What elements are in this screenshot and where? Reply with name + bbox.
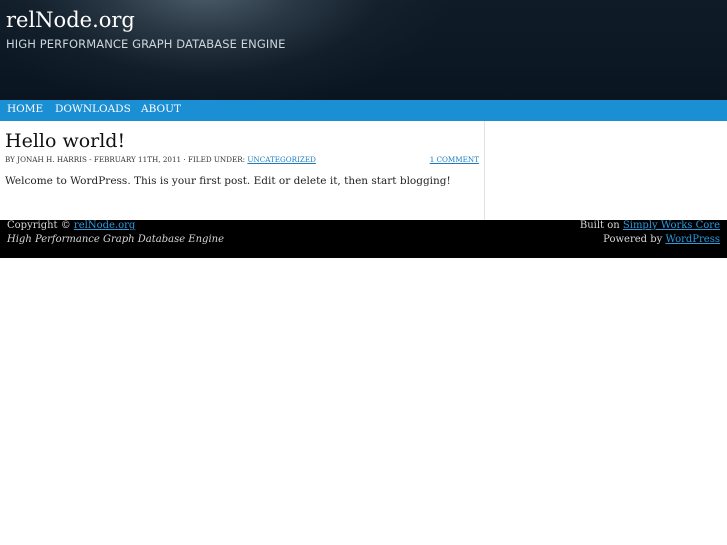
footer-theme-link[interactable]: Simply Works Core bbox=[623, 220, 720, 231]
post-meta: BY JONAH H. HARRIS - FEBRUARY 11TH, 2011… bbox=[5, 155, 316, 164]
nav-item-home[interactable]: HOME bbox=[7, 103, 43, 115]
post-title[interactable]: Hello world! bbox=[5, 130, 125, 152]
footer-wordpress-link[interactable]: WordPress bbox=[666, 234, 721, 245]
main-navigation: HOME DOWNLOADS ABOUT bbox=[0, 100, 727, 121]
post-meta-text: BY JONAH H. HARRIS - FEBRUARY 11TH, 2011… bbox=[5, 155, 248, 164]
footer-powered-by: Powered by WordPress bbox=[603, 234, 720, 245]
comments-link[interactable]: 1 COMMENT bbox=[430, 155, 479, 164]
footer-copyright-text: Copyright © bbox=[7, 220, 74, 231]
footer-built-on: Built on Simply Works Core bbox=[580, 220, 720, 231]
nav-item-downloads[interactable]: DOWNLOADS bbox=[55, 103, 131, 115]
footer-tagline: High Performance Graph Database Engine bbox=[7, 234, 225, 245]
site-tagline: HIGH PERFORMANCE GRAPH DATABASE ENGINE bbox=[6, 37, 286, 51]
footer-powered-text: Powered by bbox=[603, 234, 666, 245]
footer-site-link[interactable]: relNode.org bbox=[74, 220, 135, 231]
post-body: Welcome to WordPress. This is your first… bbox=[5, 175, 451, 187]
site-title[interactable]: relNode.org bbox=[6, 8, 135, 32]
footer-built-text: Built on bbox=[579, 220, 623, 231]
nav-item-about[interactable]: ABOUT bbox=[141, 103, 181, 115]
sidebar bbox=[484, 121, 727, 220]
footer-copyright: Copyright © relNode.org bbox=[7, 220, 135, 231]
post-category-link[interactable]: UNCATEGORIZED bbox=[247, 155, 316, 164]
